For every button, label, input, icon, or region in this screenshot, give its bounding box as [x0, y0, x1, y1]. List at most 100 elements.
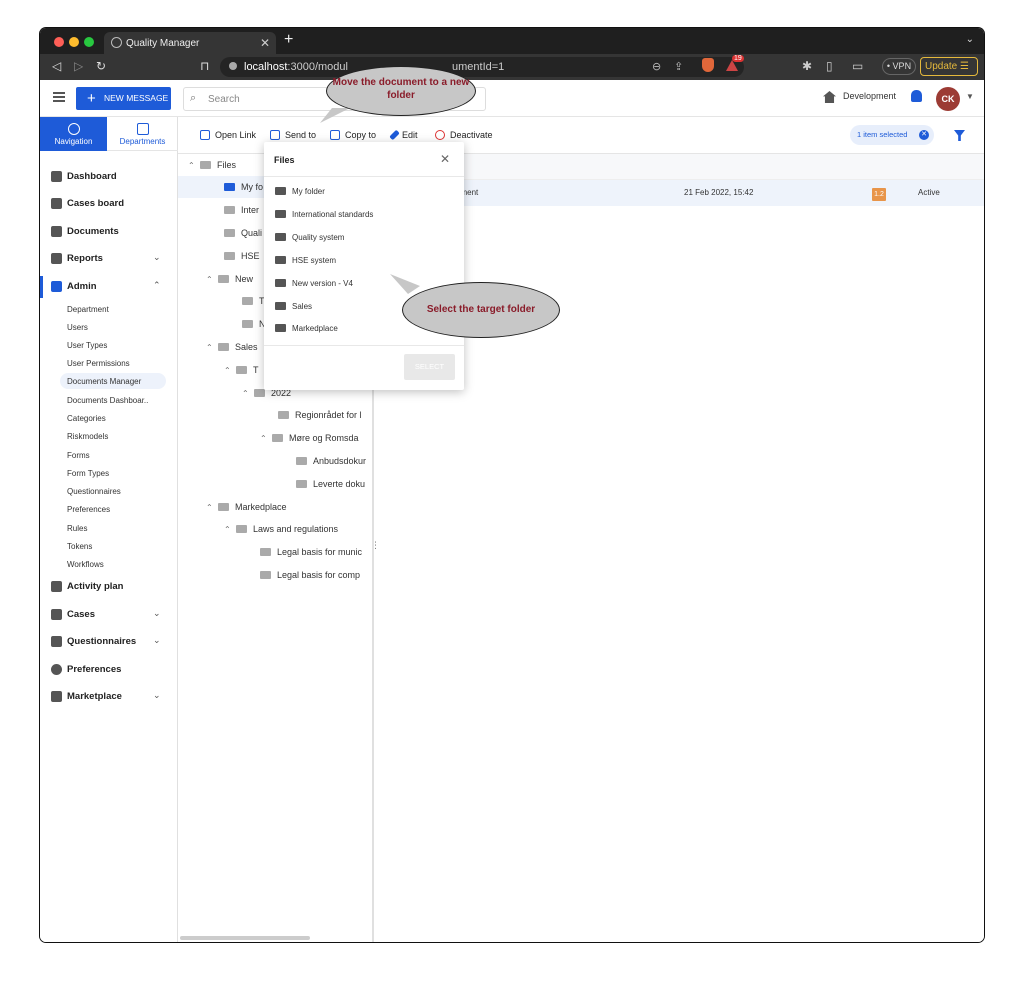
sidebar-item-cases-board[interactable]: Cases board	[40, 193, 178, 215]
sidebar-item-reports[interactable]: Reports ⌄	[40, 248, 178, 270]
folder-option[interactable]: HSE system	[275, 256, 336, 265]
tree-node[interactable]: Regionrådet for l	[278, 410, 362, 420]
sidebar-item-admin[interactable]: Admin ⌃	[40, 276, 178, 298]
admin-item-user-types[interactable]: User Types	[67, 341, 107, 350]
tree-node[interactable]: Anbudsdokur	[296, 456, 366, 466]
gear-icon	[51, 281, 62, 292]
tree-node-files[interactable]: ⌃ Files	[188, 160, 236, 170]
folder-option[interactable]: International standards	[275, 210, 373, 219]
vpn-button[interactable]: • VPN	[882, 58, 916, 75]
site-info-icon[interactable]	[229, 62, 237, 70]
tree-node[interactable]: ⌃ New	[206, 274, 253, 284]
app-header: + NEW MESSAGE ⌕ Search Development CK ▼	[40, 80, 984, 117]
tree-node[interactable]: ⌃ T	[224, 365, 259, 375]
bookmark-icon[interactable]: ⊓	[200, 59, 209, 73]
back-icon[interactable]: ◁	[52, 59, 61, 73]
admin-item-users[interactable]: Users	[67, 323, 88, 332]
sidebar-item-label: Cases board	[67, 198, 125, 209]
admin-item-forms[interactable]: Forms	[67, 451, 90, 460]
forward-icon[interactable]: ▷	[74, 59, 83, 73]
sidebar-item-cases[interactable]: Cases ⌄	[40, 604, 178, 626]
sidebar-item-activity-plan[interactable]: Activity plan	[40, 576, 178, 598]
send-to-button[interactable]: Send to	[270, 130, 316, 140]
zoom-icon[interactable]: ⊖	[652, 60, 661, 73]
new-tab-button[interactable]: +	[284, 31, 293, 49]
menu-icon[interactable]	[53, 92, 65, 102]
tab-list-chevron-icon[interactable]: ⌄	[966, 34, 974, 45]
copy-to-button[interactable]: Copy to	[330, 130, 376, 140]
tree-node[interactable]: ⌃ Møre og Romsda	[260, 433, 359, 443]
table-header	[376, 154, 984, 180]
admin-item-department[interactable]: Department	[67, 305, 109, 314]
close-icon[interactable]: ✕	[440, 152, 450, 166]
address-field[interactable]: localhost:3000/modul umentId=1 ⊖ ⇪	[220, 57, 744, 77]
folder-option[interactable]: Markedplace	[275, 324, 338, 333]
sidebar-toggle-icon[interactable]: ▯	[826, 59, 833, 73]
open-link-button[interactable]: Open Link	[200, 130, 256, 140]
zoom-window-button[interactable]	[84, 37, 94, 47]
admin-item-form-types[interactable]: Form Types	[67, 469, 109, 478]
admin-item-preferences[interactable]: Preferences	[67, 505, 110, 514]
clear-selection-icon[interactable]: ✕	[919, 130, 929, 140]
minimize-window-button[interactable]	[69, 37, 79, 47]
chevron-down-icon[interactable]: ▼	[966, 92, 974, 101]
tree-node[interactable]: Inter	[224, 205, 259, 215]
wallet-icon[interactable]: ▭	[852, 59, 863, 73]
folder-option[interactable]: New version - V4	[275, 279, 353, 288]
folder-option[interactable]: Quality system	[275, 233, 344, 242]
edit-button[interactable]: Edit	[389, 129, 418, 141]
update-button[interactable]: Update ☰	[920, 57, 978, 76]
folder-icon	[275, 233, 286, 241]
tree-node[interactable]: T	[242, 296, 265, 306]
admin-item-tokens[interactable]: Tokens	[67, 542, 92, 551]
sidebar-item-label: Admin	[67, 281, 97, 292]
close-tab-icon[interactable]: ✕	[260, 36, 270, 50]
brave-shield-icon[interactable]	[702, 58, 714, 72]
chevron-up-icon: ⌃	[206, 275, 213, 284]
filter-icon[interactable]	[954, 130, 965, 141]
tree-node[interactable]: Legal basis for comp	[260, 570, 360, 580]
admin-item-questionnaires[interactable]: Questionnaires	[67, 487, 121, 496]
environment-label[interactable]: Development	[843, 91, 896, 101]
folder-option[interactable]: My folder	[275, 187, 325, 196]
tree-node[interactable]: ⌃ Markedplace	[206, 502, 287, 512]
external-link-icon	[200, 130, 210, 140]
tree-node[interactable]: ⌃ Laws and regulations	[224, 524, 338, 534]
table-row[interactable]: cument 21 Feb 2022, 15:42 1.2 Active	[376, 180, 984, 206]
tab-departments[interactable]: Departments	[107, 117, 178, 151]
admin-item-categories[interactable]: Categories	[67, 414, 106, 423]
new-message-button[interactable]: + NEW MESSAGE	[76, 87, 171, 110]
sidebar-item-documents[interactable]: Documents	[40, 221, 178, 243]
admin-item-user-permissions[interactable]: User Permissions	[67, 359, 130, 368]
tree-node[interactable]: N	[242, 319, 266, 329]
sidebar-item-marketplace[interactable]: Marketplace ⌄	[40, 686, 178, 708]
admin-item-rules[interactable]: Rules	[67, 524, 87, 533]
tree-node[interactable]: Leverte doku	[296, 479, 365, 489]
sidebar-item-preferences[interactable]: Preferences	[40, 659, 178, 681]
bell-icon[interactable]	[911, 90, 922, 102]
home-icon[interactable]	[823, 91, 836, 103]
tree-node[interactable]: Quali	[224, 228, 262, 238]
sidebar-item-questionnaires[interactable]: Questionnaires ⌄	[40, 631, 178, 653]
close-window-button[interactable]	[54, 37, 64, 47]
tree-node[interactable]: HSE	[224, 251, 260, 261]
deactivate-button[interactable]: Deactivate	[435, 130, 493, 140]
share-icon[interactable]: ⇪	[674, 60, 683, 73]
tree-node[interactable]: ⌃ Sales	[206, 342, 258, 352]
selection-chip[interactable]: 1 item selected ✕	[850, 125, 934, 145]
select-button[interactable]: SELECT	[404, 354, 455, 380]
avatar[interactable]: CK	[936, 87, 960, 111]
browser-tab[interactable]: Quality Manager ✕	[104, 32, 276, 54]
admin-item-documents-manager[interactable]: Documents Manager	[60, 373, 166, 389]
tab-navigation[interactable]: Navigation	[40, 117, 107, 151]
admin-item-riskmodels[interactable]: Riskmodels	[67, 432, 108, 441]
tree-node[interactable]: Legal basis for munic	[260, 547, 362, 557]
admin-item-workflows[interactable]: Workflows	[67, 560, 104, 569]
tree-node[interactable]: My fo	[224, 182, 263, 192]
extensions-icon[interactable]: ✱	[802, 59, 812, 73]
folder-option[interactable]: Sales	[275, 302, 312, 311]
admin-item-documents-dashboard[interactable]: Documents Dashboar..	[67, 396, 148, 405]
sidebar-item-dashboard[interactable]: Dashboard	[40, 166, 178, 188]
tree-scrollbar[interactable]	[180, 936, 310, 940]
reload-icon[interactable]: ↻	[96, 59, 106, 73]
